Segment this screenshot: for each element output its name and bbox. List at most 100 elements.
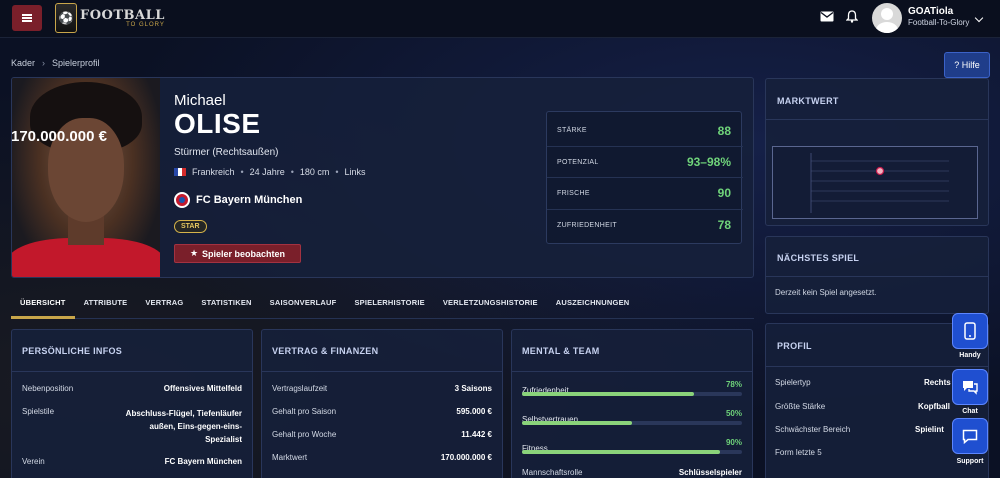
info-key: Verein [22, 457, 45, 466]
stat-value: 78 [717, 218, 731, 232]
user-name[interactable]: GOATiola [908, 6, 953, 17]
profile-key: Schwächster Bereich [775, 425, 851, 434]
mental-team-title: MENTAL & TEAM [522, 345, 600, 356]
next-match-text: Derzeit kein Spiel angesetzt. [775, 288, 877, 297]
contract-key: Gehalt pro Woche [272, 430, 337, 439]
team-role-row: Mannschaftsrolle Schlüsselspieler [522, 468, 742, 477]
user-subtitle: Football-To-Glory [908, 18, 970, 27]
info-key: Nebenposition [22, 384, 74, 393]
stat-label: FRISCHE [557, 189, 590, 197]
club-name[interactable]: FC Bayern München [196, 194, 302, 206]
contract-value: 595.000 € [456, 407, 492, 416]
profile-tabs: ÜBERSICHT ATTRIBUTE VERTRAG STATISTIKEN … [11, 291, 754, 319]
top-bar: ⚽ FOOTBALL TO GLORY GOATiola Football-To… [0, 0, 1000, 38]
help-button[interactable]: ? Hilfe [944, 52, 990, 78]
bar-percent: 78% [725, 380, 742, 389]
watch-player-label: Spieler beobachten [202, 248, 286, 259]
team-role-value: Schlüsselspieler [678, 468, 742, 477]
stat-label: ZUFRIEDENHEIT [557, 221, 617, 229]
info-value[interactable]: FC Bayern München [165, 457, 242, 466]
contract-row: Vertragslaufzeit 3 Saisons [272, 384, 492, 393]
player-first-name: Michael [174, 92, 226, 109]
contract-row: Gehalt pro Woche 11.442 € [272, 430, 492, 439]
breadcrumb: Kader › Spielerprofil [11, 58, 100, 68]
logo-sub-text: TO GLORY [126, 21, 165, 28]
tab-season-history[interactable]: SAISONVERLAUF [261, 291, 346, 318]
breadcrumb-separator-icon: › [42, 58, 46, 68]
player-age: 24 Jahre [249, 167, 285, 177]
stat-row-potential: POTENZIAL 93–98% [547, 146, 743, 177]
hamburger-icon [22, 17, 32, 19]
profile-key: Größte Stärke [775, 402, 826, 411]
bell-icon[interactable] [846, 10, 858, 23]
tab-injury-history[interactable]: VERLETZUNGSHISTORIE [434, 291, 547, 318]
tab-awards[interactable]: AUSZEICHNUNGEN [547, 291, 639, 318]
player-foot: Links [344, 167, 366, 177]
player-height: 180 cm [299, 167, 330, 177]
market-value-point [875, 166, 885, 176]
stat-value: 88 [717, 123, 731, 138]
app-logo[interactable]: ⚽ FOOTBALL TO GLORY [55, 3, 165, 33]
star-badge: STAR [174, 220, 207, 233]
profile-key: Form letzte 5 [775, 448, 822, 457]
contract-row: Gehalt pro Saison 595.000 € [272, 407, 492, 416]
chevron-down-icon[interactable] [974, 13, 984, 23]
next-match-title: NÄCHSTES SPIEL [777, 253, 860, 263]
contract-key: Gehalt pro Saison [272, 407, 337, 416]
player-stats-box: STÄRKE 88 POTENZIAL 93–98% FRISCHE 90 ZU… [546, 111, 743, 244]
contract-key: Vertragslaufzeit [272, 384, 328, 393]
stat-value: 90 [717, 186, 731, 200]
market-value-chart [772, 146, 978, 219]
bar-percent: 90% [725, 438, 742, 447]
chat-label: Chat [962, 408, 978, 415]
breadcrumb-item-kader[interactable]: Kader [11, 58, 35, 68]
contract-card: VERTRAG & FINANZEN Vertragslaufzeit 3 Sa… [261, 329, 503, 478]
mental-bar-confidence: Selbstvertrauen 50% [522, 409, 742, 427]
bar-percent: 50% [725, 409, 742, 418]
info-row: Spielstile Abschluss-Flügel, Tiefenläufe… [22, 407, 242, 444]
contract-value: 11.442 € [461, 430, 492, 439]
user-avatar[interactable] [872, 3, 902, 33]
stat-label: STÄRKE [557, 127, 587, 134]
profile-key: Spielertyp [775, 378, 811, 387]
market-value-amount: 170.000.000 € [11, 128, 107, 145]
support-button[interactable] [952, 418, 988, 454]
mental-bar-satisfaction: Zufriedenheit 78% [522, 380, 742, 398]
handy-button[interactable] [952, 313, 988, 349]
info-key: Spielstile [22, 407, 55, 416]
personal-info-title: PERSÖNLICHE INFOS [22, 345, 123, 356]
tab-player-history[interactable]: SPIELERHISTORIE [345, 291, 433, 318]
chat-icon [963, 381, 978, 395]
player-meta: Frankreich • 24 Jahre • 180 cm • Links [174, 167, 366, 177]
team-role-key: Mannschaftsrolle [522, 468, 583, 477]
watch-player-button[interactable]: ★ Spieler beobachten [174, 244, 301, 263]
market-value-title: MARKTWERT [777, 96, 839, 106]
mail-icon[interactable] [820, 11, 834, 22]
stat-label: POTENZIAL [557, 158, 599, 166]
chat-button[interactable] [952, 369, 988, 405]
tab-contract[interactable]: VERTRAG [136, 291, 192, 318]
support-label: Support [956, 458, 984, 465]
profile-value: Spielint [915, 425, 944, 434]
player-last-name: OLISE [174, 108, 261, 139]
tab-overview[interactable]: ÜBERSICHT [11, 291, 75, 319]
club-crest-icon [174, 192, 190, 208]
logo-shield-icon: ⚽ [55, 3, 77, 33]
mental-bar-fitness: Fitness 90% [522, 438, 742, 456]
stat-row-satisfaction: ZUFRIEDENHEIT 78 [547, 209, 743, 240]
info-value: Offensives Mittelfeld [163, 384, 242, 393]
tab-attributes[interactable]: ATTRIBUTE [75, 291, 137, 318]
mental-team-card: MENTAL & TEAM Zufriedenheit 78% Selbstve… [511, 329, 753, 478]
player-nation: Frankreich [192, 167, 235, 177]
player-position: Stürmer (Rechtsaußen) [174, 147, 279, 158]
bar-fill [522, 421, 632, 425]
tab-statistics[interactable]: STATISTIKEN [192, 291, 260, 318]
logo-main-text: FOOTBALL [80, 7, 165, 23]
contract-value: 170.000.000 € [440, 453, 492, 462]
france-flag-icon [174, 168, 186, 176]
handy-label: Handy [959, 352, 981, 359]
bar-fill [522, 392, 694, 396]
profile-value: Kopfball [918, 402, 950, 411]
menu-button[interactable] [12, 5, 42, 31]
player-club[interactable]: FC Bayern München [174, 192, 302, 208]
